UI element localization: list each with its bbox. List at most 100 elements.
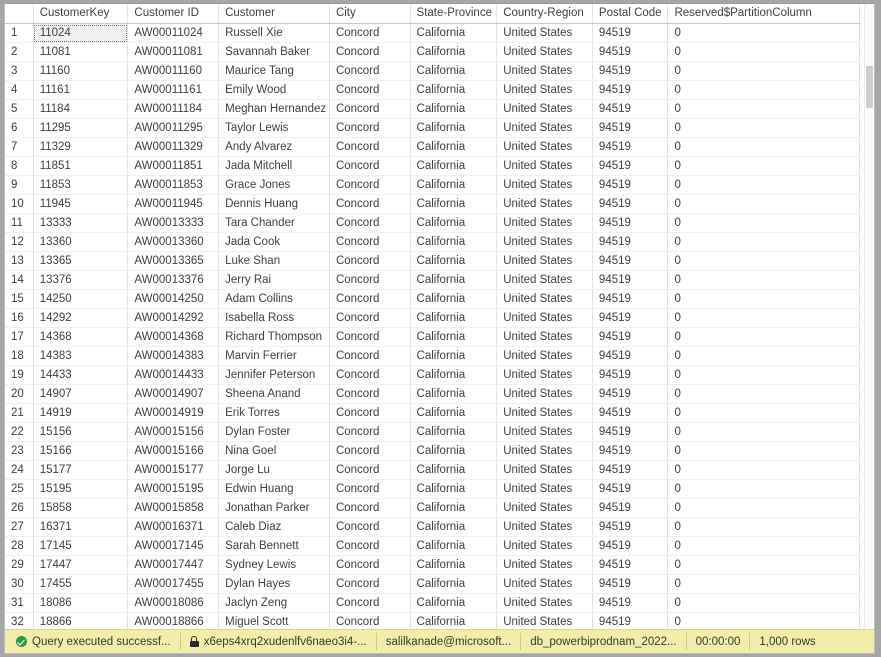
cell-customer[interactable]: Tara Chander <box>218 213 330 233</box>
cell-customer[interactable]: Edwin Huang <box>218 479 330 499</box>
cell-customerkey[interactable]: 18086 <box>33 593 129 613</box>
cell-postalcode[interactable]: 94519 <box>592 365 669 385</box>
table-row[interactable]: 17 14368 AW00014368 Richard Thompson Concord… <box>5 327 860 347</box>
cell-stateprovince[interactable]: California <box>410 555 498 575</box>
cell-stateprovince[interactable]: California <box>410 80 498 100</box>
cell-partitioncolumn[interactable]: 0 <box>667 498 860 518</box>
cell-stateprovince[interactable]: California <box>410 23 498 43</box>
row-number-cell[interactable]: 2 <box>5 42 34 62</box>
cell-customerid[interactable]: AW00014250 <box>127 289 220 309</box>
cell-customerid[interactable]: AW00014919 <box>127 403 220 423</box>
vertical-scrollbar[interactable] <box>864 4 874 629</box>
row-number-cell[interactable]: 18 <box>5 346 34 366</box>
cell-customer[interactable]: Emily Wood <box>218 80 330 100</box>
row-number-cell[interactable]: 24 <box>5 460 34 480</box>
cell-postalcode[interactable]: 94519 <box>592 327 669 347</box>
cell-postalcode[interactable]: 94519 <box>592 42 669 62</box>
row-number-cell[interactable]: 8 <box>5 156 34 176</box>
cell-city[interactable]: Concord <box>329 346 411 366</box>
cell-customerid[interactable]: AW00014907 <box>127 384 220 404</box>
cell-customerkey[interactable]: 16371 <box>33 517 129 537</box>
row-number-cell[interactable]: 28 <box>5 536 34 556</box>
cell-postalcode[interactable]: 94519 <box>592 536 669 556</box>
cell-stateprovince[interactable]: California <box>410 441 498 461</box>
cell-stateprovince[interactable]: California <box>410 156 498 176</box>
cell-city[interactable]: Concord <box>329 23 411 43</box>
cell-customerkey[interactable]: 13360 <box>33 232 129 252</box>
cell-countryregion[interactable]: United States <box>496 213 593 233</box>
table-row[interactable]: 13 13365 AW00013365 Luke Shan Concord Califor… <box>5 251 860 271</box>
cell-countryregion[interactable]: United States <box>496 61 593 81</box>
cell-partitioncolumn[interactable]: 0 <box>667 213 860 233</box>
cell-customer[interactable]: Jaclyn Zeng <box>218 593 330 613</box>
cell-postalcode[interactable]: 94519 <box>592 194 669 214</box>
cell-stateprovince[interactable]: California <box>410 346 498 366</box>
table-row[interactable]: 8 11851 AW00011851 Jada Mitchell Concord Cali… <box>5 156 860 176</box>
cell-customerid[interactable]: AW00013365 <box>127 251 220 271</box>
cell-customer[interactable]: Grace Jones <box>218 175 330 195</box>
cell-stateprovince[interactable]: California <box>410 593 498 613</box>
cell-customerkey[interactable]: 11184 <box>33 99 129 119</box>
cell-customer[interactable]: Dennis Huang <box>218 194 330 214</box>
cell-stateprovince[interactable]: California <box>410 517 498 537</box>
table-row[interactable]: 23 15166 AW00015166 Nina Goel Concord Califor… <box>5 441 860 461</box>
cell-countryregion[interactable]: United States <box>496 422 593 442</box>
cell-customerid[interactable]: AW00014383 <box>127 346 220 366</box>
cell-countryregion[interactable]: United States <box>496 384 593 404</box>
column-header-countryregion[interactable]: Country-Region <box>496 4 593 24</box>
cell-postalcode[interactable]: 94519 <box>592 213 669 233</box>
cell-customerid[interactable]: AW00011851 <box>127 156 220 176</box>
cell-customerid[interactable]: AW00011160 <box>127 61 220 81</box>
cell-countryregion[interactable]: United States <box>496 593 593 613</box>
table-row[interactable]: 9 11853 AW00011853 Grace Jones Concord Califo… <box>5 175 860 195</box>
cell-customer[interactable]: Jennifer Peterson <box>218 365 330 385</box>
cell-partitioncolumn[interactable]: 0 <box>667 118 860 138</box>
cell-city[interactable]: Concord <box>329 118 411 138</box>
row-number-cell[interactable]: 30 <box>5 574 34 594</box>
cell-countryregion[interactable]: United States <box>496 612 593 629</box>
cell-customerid[interactable]: AW00011161 <box>127 80 220 100</box>
cell-countryregion[interactable]: United States <box>496 574 593 594</box>
cell-countryregion[interactable]: United States <box>496 99 593 119</box>
cell-countryregion[interactable]: United States <box>496 137 593 157</box>
cell-postalcode[interactable]: 94519 <box>592 384 669 404</box>
column-header-customerkey[interactable]: CustomerKey <box>33 4 129 24</box>
vertical-scrollbar-thumb[interactable] <box>866 66 873 108</box>
cell-customerid[interactable]: AW00015166 <box>127 441 220 461</box>
cell-postalcode[interactable]: 94519 <box>592 574 669 594</box>
cell-customer[interactable]: Luke Shan <box>218 251 330 271</box>
cell-postalcode[interactable]: 94519 <box>592 80 669 100</box>
cell-postalcode[interactable]: 94519 <box>592 289 669 309</box>
cell-customer[interactable]: Savannah Baker <box>218 42 330 62</box>
selected-cell[interactable]: 11024 <box>32 23 129 43</box>
cell-partitioncolumn[interactable]: 0 <box>667 175 860 195</box>
table-row[interactable]: 28 17145 AW00017145 Sarah Bennett Concord Cal… <box>5 536 860 556</box>
cell-city[interactable]: Concord <box>329 460 411 480</box>
cell-partitioncolumn[interactable]: 0 <box>667 422 860 442</box>
cell-countryregion[interactable]: United States <box>496 23 593 43</box>
cell-partitioncolumn[interactable]: 0 <box>667 308 860 328</box>
cell-customer[interactable]: Miguel Scott <box>218 612 330 629</box>
cell-countryregion[interactable]: United States <box>496 42 593 62</box>
table-row[interactable]: 18 14383 AW00014383 Marvin Ferrier Concord Ca… <box>5 346 860 366</box>
cell-postalcode[interactable]: 94519 <box>592 422 669 442</box>
cell-postalcode[interactable]: 94519 <box>592 479 669 499</box>
cell-customerid[interactable]: AW00013376 <box>127 270 220 290</box>
cell-countryregion[interactable]: United States <box>496 308 593 328</box>
cell-partitioncolumn[interactable]: 0 <box>667 23 860 43</box>
cell-partitioncolumn[interactable]: 0 <box>667 61 860 81</box>
cell-customer[interactable]: Richard Thompson <box>218 327 330 347</box>
cell-partitioncolumn[interactable]: 0 <box>667 156 860 176</box>
cell-city[interactable]: Concord <box>329 232 411 252</box>
cell-customerkey[interactable]: 11081 <box>33 42 129 62</box>
row-number-cell[interactable]: 20 <box>5 384 34 404</box>
cell-countryregion[interactable]: United States <box>496 346 593 366</box>
cell-partitioncolumn[interactable]: 0 <box>667 289 860 309</box>
cell-city[interactable]: Concord <box>329 42 411 62</box>
cell-countryregion[interactable]: United States <box>496 403 593 423</box>
cell-postalcode[interactable]: 94519 <box>592 593 669 613</box>
cell-customerkey[interactable]: 13365 <box>33 251 129 271</box>
row-number-cell[interactable]: 6 <box>5 118 34 138</box>
cell-city[interactable]: Concord <box>329 479 411 499</box>
cell-customerid[interactable]: AW00013360 <box>127 232 220 252</box>
